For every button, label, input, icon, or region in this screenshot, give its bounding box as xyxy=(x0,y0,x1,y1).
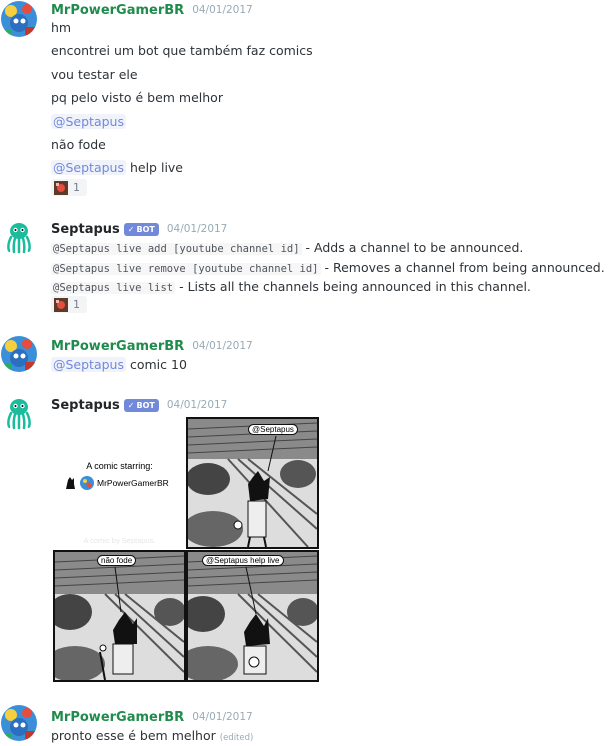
avatar-mrpowergamerbr[interactable] xyxy=(1,705,37,741)
message-line: @Septapus help live xyxy=(51,160,183,175)
reaction-emoji-icon xyxy=(54,297,68,312)
message-header: MrPowerGamerBR 04/01/2017 xyxy=(51,1,253,19)
code-snippet: @Septapus live list xyxy=(51,282,176,294)
bot-badge-label: BOT xyxy=(136,400,155,410)
username[interactable]: MrPowerGamerBR xyxy=(51,710,184,725)
message-header: MrPowerGamerBR 04/01/2017 xyxy=(51,337,253,355)
comic-starring-panel: A comic starring: MrPowerGamerBR A comic… xyxy=(53,417,186,549)
command-line: @Septapus live remove [youtube channel i… xyxy=(51,260,605,275)
username[interactable]: MrPowerGamerBR xyxy=(51,3,184,18)
timestamp: 04/01/2017 xyxy=(192,4,253,16)
message-header: Septapus ✓ BOT 04/01/2017 xyxy=(51,396,227,414)
message-header: MrPowerGamerBR 04/01/2017 xyxy=(51,708,253,726)
reaction-count: 1 xyxy=(73,181,80,194)
comic-credit: A comic by Septapus. xyxy=(83,536,156,545)
reaction-emoji-icon xyxy=(54,180,68,195)
avatar-septapus[interactable] xyxy=(1,219,37,255)
speech-tail xyxy=(245,566,257,615)
avatar-image xyxy=(1,705,37,741)
message-line: @Septapus comic 10 xyxy=(51,357,187,372)
username[interactable]: MrPowerGamerBR xyxy=(51,339,184,354)
octopus-icon xyxy=(1,395,37,431)
command-line: @Septapus live add [youtube channel id] … xyxy=(51,240,523,255)
bot-character-icon xyxy=(66,477,75,489)
speech-tail xyxy=(267,435,277,472)
user-mention[interactable]: @Septapus xyxy=(51,160,126,175)
message-text: pronto esse é bem melhor xyxy=(51,728,216,743)
message-line: pq pelo visto é bem melhor xyxy=(51,90,223,105)
reaction-button[interactable]: 1 xyxy=(51,179,87,196)
avatar-mrpowergamerbr[interactable] xyxy=(1,1,37,37)
message-text: - Adds a channel to be announced. xyxy=(301,240,524,255)
code-snippet: @Septapus live remove [youtube channel i… xyxy=(51,263,321,275)
comic-panel-1: @Septapus xyxy=(186,417,319,549)
comic-panel-3: @Septapus help live xyxy=(186,550,319,682)
message-line: pronto esse é bem melhor (edited) xyxy=(51,728,253,743)
avatar-mrpowergamerbr[interactable] xyxy=(1,336,37,372)
check-icon: ✓ xyxy=(127,400,135,410)
username[interactable]: Septapus xyxy=(51,398,120,413)
username[interactable]: Septapus xyxy=(51,222,120,237)
speech-tail xyxy=(114,566,122,613)
message-header: Septapus ✓ BOT 04/01/2017 xyxy=(51,220,227,238)
comic-starring-name: MrPowerGamerBR xyxy=(97,478,169,488)
code-snippet: @Septapus live add [youtube channel id] xyxy=(51,243,302,255)
message-line: encontrei um bot que também faz comics xyxy=(51,43,313,58)
message-text: - Removes a channel from being announced… xyxy=(320,260,605,275)
message-line: hm xyxy=(51,20,72,35)
user-mention[interactable]: @Septapus xyxy=(51,114,126,129)
comic-starring-title: A comic starring: xyxy=(86,461,153,471)
message-line: não fode xyxy=(51,137,106,152)
timestamp: 04/01/2017 xyxy=(166,399,228,411)
message-text: - Lists all the channels being announced… xyxy=(175,279,531,294)
message-text: comic 10 xyxy=(126,357,187,372)
comic-panel-2: não fode xyxy=(53,550,186,682)
timestamp: 04/01/2017 xyxy=(166,223,228,235)
user-mention[interactable]: @Septapus xyxy=(51,357,126,372)
message-text: help live xyxy=(126,160,184,175)
message-line: @Septapus xyxy=(51,114,126,129)
avatar-image xyxy=(1,1,37,37)
check-icon: ✓ xyxy=(127,224,135,234)
avatar-septapus[interactable] xyxy=(1,395,37,431)
timestamp: 04/01/2017 xyxy=(192,340,253,352)
comic-cast: MrPowerGamerBR xyxy=(63,476,169,490)
reaction-button[interactable]: 1 xyxy=(51,296,87,313)
bot-badge: ✓ BOT xyxy=(123,222,159,236)
octopus-icon xyxy=(1,219,37,255)
comic-image-attachment[interactable]: A comic starring: MrPowerGamerBR A comic… xyxy=(53,417,319,682)
reaction-count: 1 xyxy=(73,298,80,311)
bot-badge-label: BOT xyxy=(136,224,155,234)
user-avatar-icon xyxy=(80,476,94,490)
message-line: vou testar ele xyxy=(51,67,138,82)
command-line: @Septapus live list - Lists all the chan… xyxy=(51,279,531,294)
timestamp: 04/01/2017 xyxy=(192,711,253,723)
bot-badge: ✓ BOT xyxy=(123,398,159,412)
avatar-image xyxy=(1,336,37,372)
edited-label: (edited) xyxy=(219,733,254,743)
